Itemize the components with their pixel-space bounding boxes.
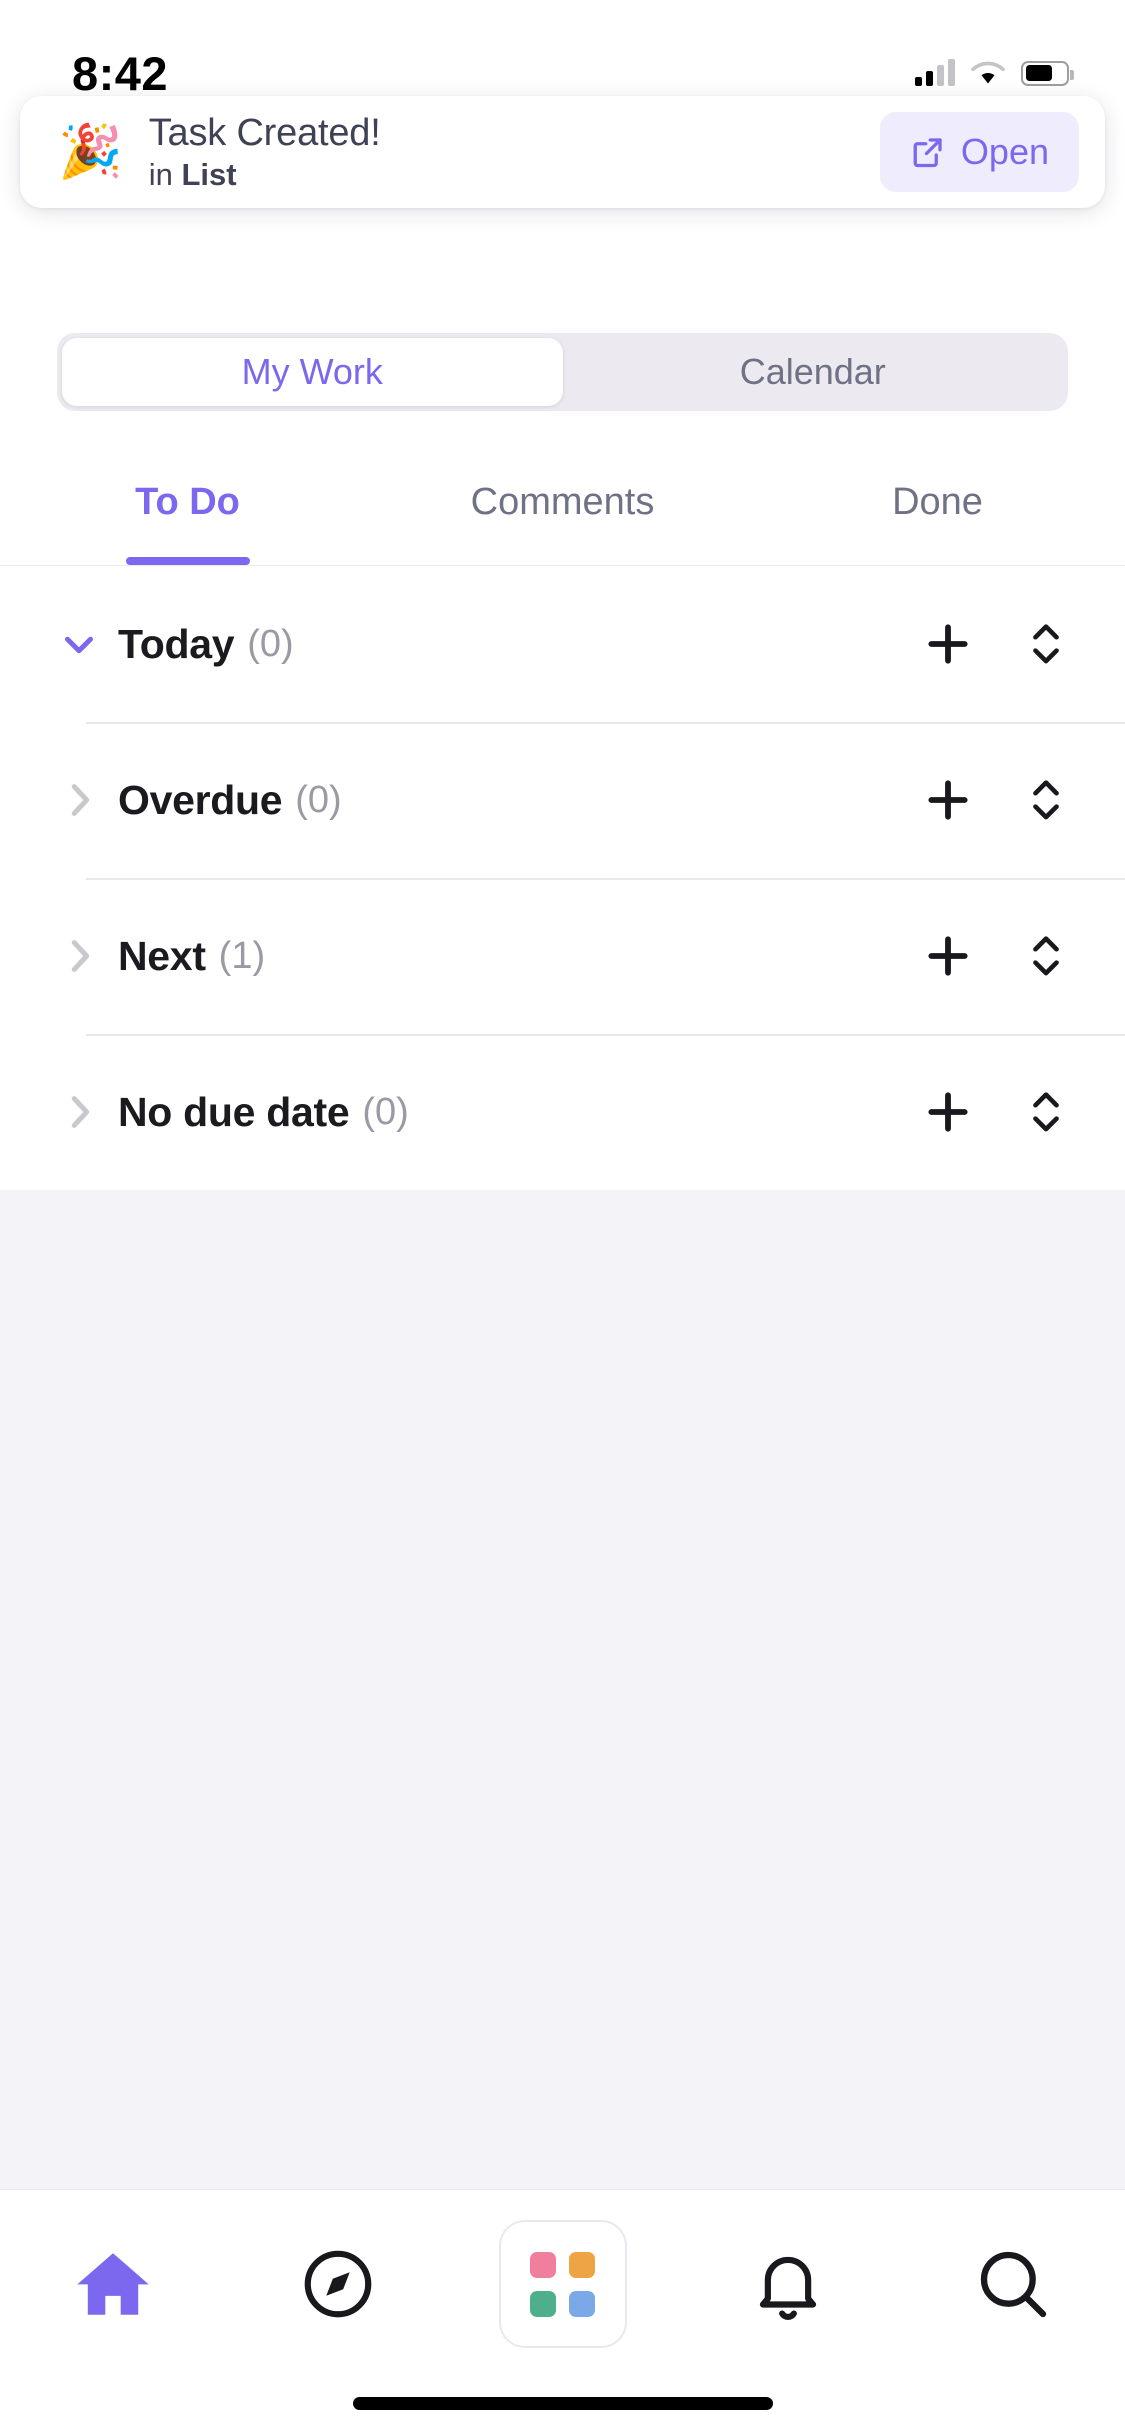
toast-subtitle: in List xyxy=(149,157,880,193)
sort-icon xyxy=(1033,936,1059,976)
section-title: No due date xyxy=(118,1088,350,1135)
sort-button[interactable] xyxy=(1023,618,1069,670)
search-icon xyxy=(980,2251,1046,2318)
toast-subtitle-target: List xyxy=(181,156,237,192)
section-count: (0) xyxy=(362,1090,409,1133)
status-indicators xyxy=(915,59,1074,86)
sort-button[interactable] xyxy=(1023,774,1069,826)
status-time: 8:42 xyxy=(72,46,169,100)
section-row-overdue[interactable]: Overdue (0) xyxy=(0,722,1125,878)
grid-dot-blue xyxy=(569,2290,595,2317)
grid-dot-pink xyxy=(530,2251,556,2278)
grid-dot-green xyxy=(530,2290,556,2317)
plus-icon xyxy=(928,780,968,820)
open-button-label: Open xyxy=(960,131,1049,172)
add-task-button[interactable] xyxy=(911,763,985,837)
wifi-icon xyxy=(971,61,1005,84)
nav-item-explore[interactable] xyxy=(263,2226,413,2342)
toast-title: Task Created! xyxy=(148,111,381,154)
empty-content-area xyxy=(0,1190,1125,2190)
segment-my-work[interactable]: My Work xyxy=(62,338,563,406)
toast-subtitle-prefix: in xyxy=(148,156,182,192)
app-grid-icon xyxy=(530,2251,595,2317)
section-count: (0) xyxy=(247,622,294,665)
section-row-next[interactable]: Next (1) xyxy=(0,878,1125,1034)
todo-tabs: To Do Comments Done xyxy=(0,440,1125,566)
section-count: (0) xyxy=(295,778,342,821)
section-row-no-due-date[interactable]: No due date (0) xyxy=(0,1034,1125,1190)
sort-button[interactable] xyxy=(1023,930,1069,982)
segment-calendar[interactable]: Calendar xyxy=(563,338,1064,406)
open-button[interactable]: Open xyxy=(879,112,1079,192)
tab-done[interactable]: Done xyxy=(750,440,1125,565)
nav-item-apps[interactable] xyxy=(488,2220,638,2348)
plus-icon xyxy=(928,624,968,664)
plus-icon xyxy=(928,1092,968,1132)
add-task-button[interactable] xyxy=(911,607,985,681)
home-icon xyxy=(76,2253,149,2315)
task-sections: Today (0) Overdue (0) Next (1) No due da… xyxy=(0,566,1125,1190)
add-task-button[interactable] xyxy=(911,1075,985,1149)
chevron-right-icon[interactable] xyxy=(56,933,102,979)
sort-button[interactable] xyxy=(1023,1086,1069,1138)
sort-icon xyxy=(1033,1092,1059,1132)
nav-item-home[interactable] xyxy=(38,2226,188,2342)
task-created-toast[interactable]: 🎉 Task Created! in List Open xyxy=(20,96,1105,208)
chevron-right-icon[interactable] xyxy=(56,777,102,823)
sort-icon xyxy=(1033,780,1059,820)
sort-icon xyxy=(1033,624,1059,664)
section-row-today[interactable]: Today (0) xyxy=(0,566,1125,722)
nav-item-notifications[interactable] xyxy=(713,2226,863,2342)
home-indicator xyxy=(352,2397,773,2410)
chevron-right-icon[interactable] xyxy=(56,1089,102,1135)
battery-icon xyxy=(1021,60,1074,86)
cellular-signal-icon xyxy=(915,59,955,86)
plus-icon xyxy=(928,936,968,976)
party-popper-emoji: 🎉 xyxy=(58,123,123,181)
nav-item-search[interactable] xyxy=(938,2226,1088,2342)
app-grid-button[interactable] xyxy=(498,2220,627,2348)
chevron-down-icon[interactable] xyxy=(56,621,102,667)
tab-to-do[interactable]: To Do xyxy=(0,440,375,565)
app-screen: 8:42 My Work Calendar 🎉 Task Created! in… xyxy=(0,0,1125,2436)
bell-icon xyxy=(759,2256,816,2320)
toast-text: Task Created! in List xyxy=(149,112,880,193)
tab-comments[interactable]: Comments xyxy=(375,440,750,565)
section-title: Next xyxy=(118,932,206,979)
grid-dot-orange xyxy=(569,2251,595,2278)
add-task-button[interactable] xyxy=(911,919,985,993)
section-count: (1) xyxy=(218,934,266,977)
section-title: Today xyxy=(118,620,235,667)
section-title: Overdue xyxy=(118,776,283,823)
compass-icon xyxy=(304,2250,371,2318)
external-link-icon xyxy=(913,138,942,168)
view-switcher: My Work Calendar xyxy=(57,333,1068,411)
